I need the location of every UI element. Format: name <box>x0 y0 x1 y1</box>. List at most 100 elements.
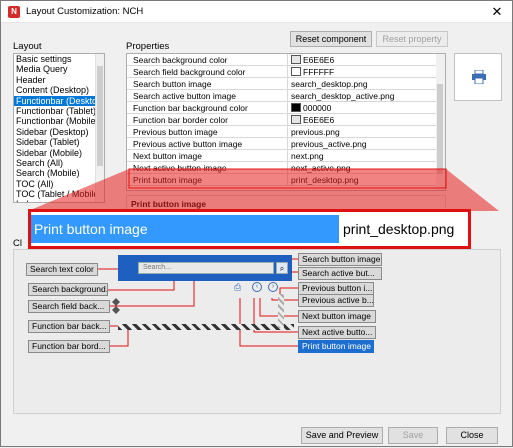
layout-list-item[interactable]: Sidebar (Mobile) <box>14 148 104 158</box>
close-button[interactable]: Close <box>446 427 498 444</box>
layout-list-item[interactable]: Functionbar (Mobile) <box>14 116 104 126</box>
previous-icon: ‹ <box>252 282 262 292</box>
layout-list-item[interactable]: Basic settings <box>14 54 104 64</box>
property-name: Next button image <box>133 151 202 161</box>
canvas-label: Cl <box>13 238 22 249</box>
property-name: Function bar background color <box>133 103 248 113</box>
property-name: Previous active button image <box>133 139 243 149</box>
layout-list-item[interactable]: Sidebar (Desktop) <box>14 127 104 137</box>
property-value-cell[interactable]: search_desktop.png <box>287 78 437 89</box>
scrollbar-thumb[interactable] <box>437 84 443 174</box>
search-icon: ⌕ <box>276 262 288 274</box>
property-value-cell[interactable]: print_desktop.png <box>287 174 437 185</box>
property-name: Print button image <box>133 175 202 185</box>
zoomed-property-value: print_desktop.png <box>343 221 455 237</box>
layout-list-item[interactable]: Index <box>14 199 104 202</box>
callout-search-background[interactable]: Search background... <box>28 283 108 296</box>
property-name: Next active button image <box>133 163 227 173</box>
callout-search-field-background[interactable]: Search field back... <box>28 300 110 313</box>
property-value-cell[interactable]: previous_active.png <box>287 138 437 149</box>
property-value: search_desktop.png <box>291 79 368 89</box>
property-row[interactable]: Search background color E6E6E6 <box>127 54 437 66</box>
layout-list-item[interactable]: Header <box>14 75 104 85</box>
callout-previous-active-button[interactable]: Previous active b... <box>298 294 374 307</box>
layout-scrollbar[interactable] <box>95 54 104 202</box>
callout-function-bar-background[interactable]: Function bar back... <box>28 320 110 333</box>
layout-list-item[interactable]: Content (Desktop) <box>14 85 104 95</box>
callout-search-text-color[interactable]: Search text color <box>26 263 98 276</box>
property-value-cell[interactable]: FFFFFF <box>287 66 437 77</box>
reset-property-button[interactable]: Reset property <box>376 31 448 47</box>
zoomed-property-name: Print button image <box>31 215 339 243</box>
callout-function-bar-border[interactable]: Function bar bord... <box>28 340 110 353</box>
property-row[interactable]: Function bar background color 000000 <box>127 102 437 114</box>
property-value-cell[interactable]: 000000 <box>287 102 437 113</box>
function-bar-scroll-mock <box>278 294 284 328</box>
property-value: search_desktop_active.png <box>291 91 395 101</box>
property-value-cell[interactable]: next_active.png <box>287 162 437 173</box>
property-value: next_active.png <box>291 163 351 173</box>
callout-search-button-image[interactable]: Search button image <box>298 253 382 266</box>
property-name: Search active button image <box>133 91 237 101</box>
property-row[interactable]: Previous button image previous.png <box>127 126 437 138</box>
layout-list-item[interactable]: Functionbar (Desktop) <box>14 95 104 106</box>
property-grid-scrollbar[interactable] <box>436 54 445 190</box>
search-placeholder-mock: Search... <box>143 264 172 271</box>
property-value-cell[interactable]: E6E6E6 <box>287 54 437 65</box>
print-image-preview <box>454 53 502 101</box>
property-value: FFFFFF <box>303 67 335 77</box>
property-value: next.png <box>291 151 324 161</box>
callout-next-active-button[interactable]: Next active butto... <box>298 326 376 339</box>
layout-customization-window: N Layout Customization: NCH ✕ Layout Pro… <box>0 0 513 447</box>
layout-list-item[interactable]: TOC (All) <box>14 179 104 189</box>
property-value-cell[interactable]: E6E6E6 <box>287 114 437 125</box>
layout-list-item[interactable]: Media Query <box>14 64 104 74</box>
layout-listbox[interactable]: Basic settings Media Query Header Content (… <box>13 53 105 203</box>
zoomed-property-row: Print button image print_desktop.png <box>28 209 471 249</box>
property-row[interactable]: Previous active button image previous_act… <box>127 138 437 150</box>
property-value-cell[interactable]: search_desktop_active.png <box>287 90 437 101</box>
property-value-cell[interactable]: next.png <box>287 150 437 161</box>
property-row[interactable]: Next active button image next_active.png <box>127 162 437 174</box>
property-row[interactable]: Next button image next.png <box>127 150 437 162</box>
properties-label: Properties <box>126 41 170 52</box>
description-title: Print button image <box>131 199 207 209</box>
property-value: E6E6E6 <box>303 115 335 125</box>
window-title: Layout Customization: NCH <box>26 6 144 17</box>
layout-list-item[interactable]: TOC (Tablet / Mobile) <box>14 189 104 199</box>
layout-list-item[interactable]: Search (Mobile) <box>14 168 104 178</box>
save-button[interactable]: Save <box>388 427 438 444</box>
layout-list-item[interactable]: Functionbar (Tablet) <box>14 106 104 116</box>
property-grid[interactable]: Search background color E6E6E6 Search fiel… <box>126 53 446 191</box>
property-row[interactable]: Search field background color FFFFFF <box>127 66 437 78</box>
property-value: 000000 <box>303 103 332 113</box>
color-swatch <box>291 103 301 112</box>
save-and-preview-button[interactable]: Save and Preview <box>301 427 383 444</box>
reset-component-button[interactable]: Reset component <box>290 31 372 47</box>
property-row[interactable]: Search button image search_desktop.png <box>127 78 437 90</box>
callout-next-button-image[interactable]: Next button image <box>298 310 376 323</box>
property-name: Search button image <box>133 79 212 89</box>
property-value: E6E6E6 <box>303 55 335 65</box>
property-value-cell[interactable]: previous.png <box>287 126 437 137</box>
printer-icon <box>472 70 486 84</box>
function-bar-border-mock <box>118 324 294 330</box>
property-row[interactable]: Function bar border color E6E6E6 <box>127 114 437 126</box>
scrollbar-thumb[interactable] <box>97 66 103 166</box>
title-bar: N Layout Customization: NCH ✕ <box>1 1 512 23</box>
layout-list-item[interactable]: Search (All) <box>14 158 104 168</box>
property-name: Search background color <box>133 55 228 65</box>
close-window-icon[interactable]: ✕ <box>488 3 506 21</box>
color-swatch <box>291 67 301 76</box>
callout-print-button-image[interactable]: Print button image <box>298 340 374 353</box>
property-value: previous_active.png <box>291 139 367 149</box>
callout-search-active-button[interactable]: Search active but... <box>298 267 382 280</box>
component-preview-canvas: Search... ⌕ ⎙ ‹ › Search text color Sear… <box>13 249 501 414</box>
property-row[interactable]: Search active button image search_desktop… <box>127 90 437 102</box>
layout-list-item[interactable]: Sidebar (Tablet) <box>14 137 104 147</box>
app-icon: N <box>8 6 20 18</box>
color-swatch <box>291 55 301 64</box>
property-row[interactable]: Print button image print_desktop.png <box>127 174 437 186</box>
property-name: Search field background color <box>133 67 246 77</box>
property-name: Function bar border color <box>133 115 228 125</box>
